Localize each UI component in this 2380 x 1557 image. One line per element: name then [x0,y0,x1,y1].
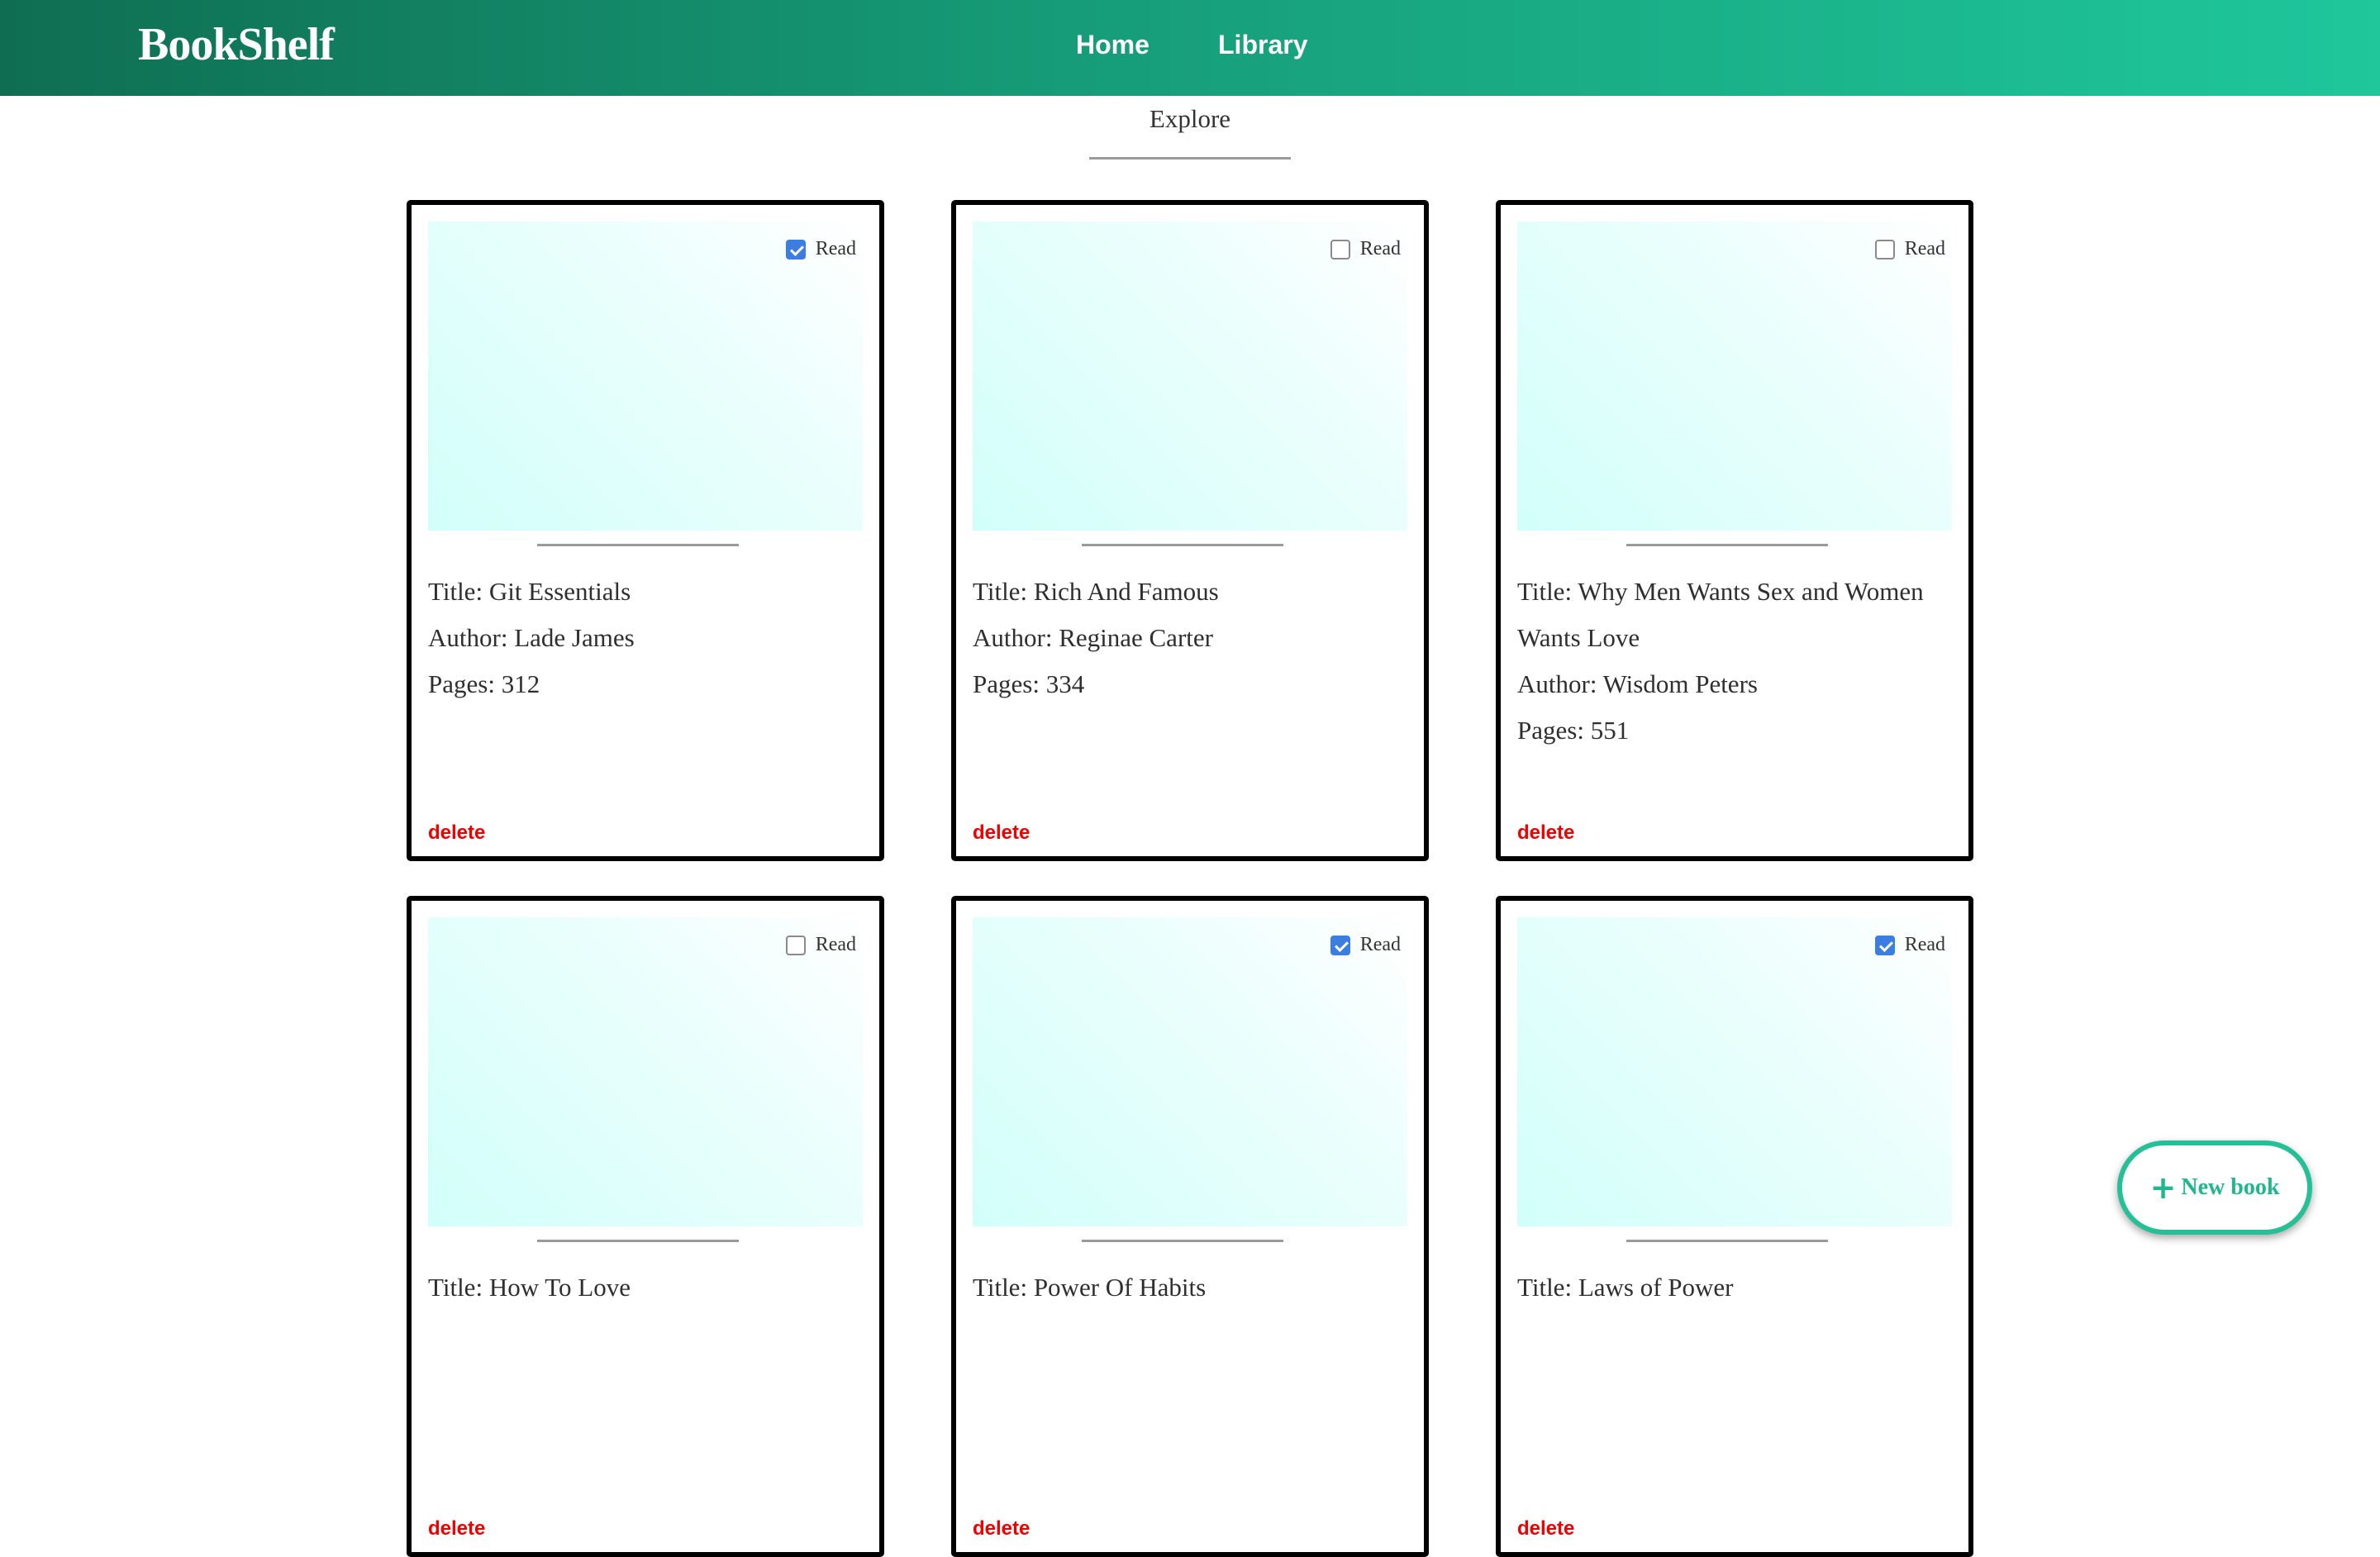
book-cover [1517,917,1952,1226]
book-info: Title: Rich And Famous Author: Reginae Ca… [973,569,1407,707]
read-toggle[interactable]: Read [1330,934,1401,956]
read-label: Read [1359,934,1401,955]
card-divider [537,1240,739,1242]
delete-button[interactable]: delete [973,821,1030,845]
book-cover [428,917,863,1226]
read-checkbox[interactable] [785,239,806,260]
book-grid: Read Title: Git Essentials Author: Lade J… [407,200,1973,1557]
plus-icon: + [2149,1169,2177,1206]
read-label: Read [1904,238,1945,260]
card-divider [537,544,739,546]
book-info: Title: Git Essentials Author: Lade James P… [428,569,863,707]
section-title: Explore [1149,104,1231,133]
read-checkbox[interactable] [785,935,806,955]
card-divider [1626,544,1828,546]
book-title: Title: Why Men Wants Sex and Women Wants… [1517,577,1924,652]
brand-logo[interactable]: BookShelf [138,18,335,71]
book-author: Author: Lade James [428,623,635,652]
delete-button[interactable]: delete [428,1517,485,1540]
read-checkbox[interactable] [1330,239,1350,260]
new-book-button[interactable]: + New book [2117,1140,2312,1235]
book-cover [1517,221,1952,531]
book-author: Author: Reginae Carter [973,623,1213,652]
delete-button[interactable]: delete [1517,821,1574,845]
book-card: Read Title: How To Love delete [407,896,884,1557]
read-checkbox[interactable] [1874,935,1895,955]
book-card: Read Title: Git Essentials Author: Lade J… [407,200,884,861]
card-divider [1626,1240,1828,1242]
book-pages: Pages: 312 [428,669,540,698]
delete-button[interactable]: delete [1517,1517,1574,1540]
book-title: Title: Git Essentials [428,577,631,606]
read-label: Read [815,238,856,260]
book-card: Read Title: Power Of Habits delete [951,896,1429,1557]
navbar: BookShelf Home Library [0,0,2380,96]
card-divider [1082,544,1283,546]
read-label: Read [1359,238,1401,260]
book-card: Read Title: Rich And Famous Author: Regin… [951,200,1429,861]
delete-button[interactable]: delete [973,1517,1030,1540]
read-label: Read [815,934,856,955]
read-checkbox[interactable] [1330,935,1350,955]
book-info: Title: Why Men Wants Sex and Women Wants… [1517,569,1952,754]
read-toggle[interactable]: Read [1874,934,1945,956]
read-label: Read [1904,934,1945,955]
book-author: Author: Wisdom Peters [1517,669,1758,698]
book-cover [428,221,863,531]
read-checkbox[interactable] [1874,239,1895,260]
read-toggle[interactable]: Read [785,238,856,260]
book-pages: Pages: 334 [973,669,1085,698]
book-pages: Pages: 551 [1517,716,1630,745]
book-cover [973,221,1407,531]
read-toggle[interactable]: Read [1874,238,1945,260]
delete-button[interactable]: delete [428,821,485,845]
book-card: Read Title: Laws of Power delete [1496,896,1973,1557]
book-cover [973,917,1407,1226]
read-toggle[interactable]: Read [1330,238,1401,260]
card-divider [1082,1240,1283,1242]
book-title: Title: Rich And Famous [973,577,1219,606]
section-divider [1089,157,1291,160]
nav-library-link[interactable]: Library [1218,30,1307,60]
read-toggle[interactable]: Read [785,934,856,956]
book-card: Read Title: Why Men Wants Sex and Women … [1496,200,1973,861]
new-book-label: New book [2181,1174,2280,1200]
nav-home-link[interactable]: Home [1076,30,1150,60]
